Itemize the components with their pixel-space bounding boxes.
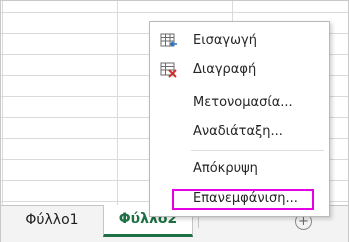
menu-item-label: Εισαγωγή <box>193 33 257 48</box>
menu-item-label: Απόκρυψη <box>193 161 258 176</box>
menu-item-insert[interactable]: Εισαγωγή <box>150 28 329 54</box>
menu-item-label: Αναδιάταξη... <box>193 124 283 139</box>
grid-line <box>117 1 118 205</box>
delete-sheet-icon <box>160 62 178 78</box>
menu-item-hide[interactable]: Απόκρυψη <box>150 156 329 182</box>
menu-item-label: Διαγραφή <box>193 62 257 77</box>
menu-item-label: Μετονομασία... <box>193 95 293 110</box>
grid-line <box>2 1 3 205</box>
menu-item-rename[interactable]: Μετονομασία... <box>150 90 329 116</box>
menu-item-delete[interactable]: Διαγραφή <box>150 57 329 83</box>
menu-item-reorder[interactable]: Αναδιάταξη... <box>150 119 329 145</box>
sheet-context-menu: Εισαγωγή Διαγραφή Μετονομασία... Αναδιάτ… <box>149 21 330 217</box>
insert-sheet-icon <box>160 33 178 49</box>
grid-line <box>1 12 348 13</box>
menu-separator <box>191 150 324 151</box>
unhide-highlight-box <box>172 189 314 210</box>
sheet-tab-1[interactable]: Φύλλο1 <box>13 206 91 235</box>
